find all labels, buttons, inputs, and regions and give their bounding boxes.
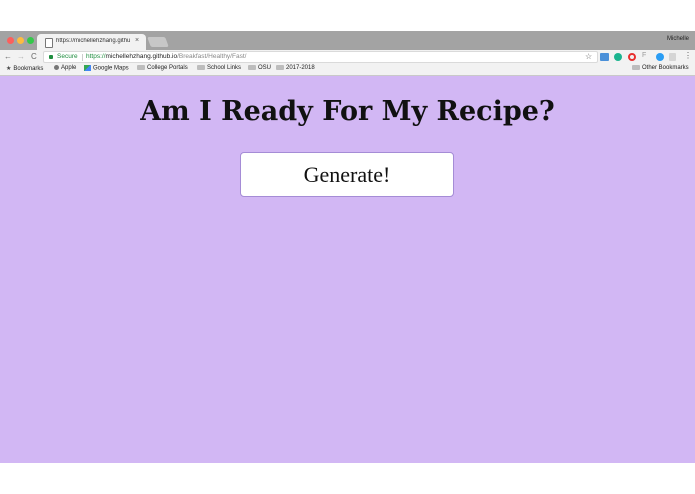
secure-label: Secure	[57, 53, 78, 60]
extension-opera-icon[interactable]	[628, 53, 636, 61]
bookmark-label: Google Maps	[93, 65, 129, 72]
bookmark-label: Apple	[61, 65, 77, 72]
window-maximize-icon[interactable]	[27, 37, 34, 44]
extension-green-icon[interactable]	[614, 53, 622, 61]
folder-icon	[632, 65, 640, 70]
bookmark-label: OSU	[258, 65, 272, 72]
tab-close-icon[interactable]: ×	[135, 37, 139, 44]
page-title: Am I Ready For My Recipe?	[140, 96, 555, 127]
new-tab-button[interactable]	[147, 37, 169, 47]
url-path: /Breakfast/Healthy/Fast/	[177, 53, 247, 60]
folder-icon	[137, 65, 145, 70]
bookmark-star-icon[interactable]: ☆	[585, 52, 592, 61]
extension-grid-icon[interactable]	[669, 53, 676, 61]
bookmark-apple[interactable]: Apple	[54, 65, 76, 71]
lock-icon	[49, 55, 53, 59]
extension-blue-icon[interactable]	[656, 53, 664, 61]
star-icon: ★	[6, 66, 12, 72]
forward-arrow-icon[interactable]: →	[17, 52, 25, 61]
bookmark-college-portals[interactable]: College Portals	[137, 65, 188, 71]
reload-icon[interactable]: C	[31, 52, 37, 61]
menu-kebab-icon[interactable]: ⋮	[684, 51, 692, 60]
extension-font-icon[interactable]: F	[642, 52, 646, 60]
window-close-icon[interactable]	[7, 37, 14, 44]
tab-strip: https://michellehzhang.githu × Michelle	[0, 31, 695, 50]
bookmark-2017-2018[interactable]: 2017-2018	[276, 65, 315, 71]
folder-icon	[248, 65, 256, 70]
browser-toolbar: ← → C Secure https://michellehzhang.gith…	[0, 50, 695, 64]
bookmark-label: Bookmarks	[13, 66, 44, 72]
url-text[interactable]: https://michellehzhang.github.io/Breakfa…	[86, 53, 246, 60]
back-arrow-icon[interactable]: ←	[4, 52, 12, 61]
other-bookmarks[interactable]: Other Bookmarks	[632, 65, 689, 71]
bookmark-label: 2017-2018	[286, 65, 315, 72]
address-separator	[82, 54, 83, 61]
window-minimize-icon[interactable]	[17, 37, 24, 44]
generate-button[interactable]: Generate!	[240, 152, 454, 197]
profile-name[interactable]: Michelle	[667, 36, 689, 42]
extension-docs-icon[interactable]	[600, 53, 609, 61]
bookmark-label: School Links	[207, 65, 242, 72]
bookmark-google-maps[interactable]: Google Maps	[84, 65, 129, 72]
address-bar[interactable]: Secure https://michellehzhang.github.io/…	[43, 51, 598, 63]
bookmark-school-links[interactable]: School Links	[197, 65, 241, 71]
browser-tab[interactable]: https://michellehzhang.githu ×	[37, 34, 146, 50]
other-bookmarks-label: Other Bookmarks	[642, 65, 689, 72]
url-scheme: https://	[86, 53, 106, 60]
bookmarks-bar: ★ Bookmarks Apple Google Maps College Por…	[0, 64, 695, 76]
folder-icon	[197, 65, 205, 70]
bookmark-label: College Portals	[147, 65, 188, 72]
url-host: michellehzhang.github.io	[105, 53, 178, 60]
tab-title: https://michellehzhang.githu	[56, 38, 131, 44]
bookmark-osu[interactable]: OSU	[248, 65, 271, 71]
page-content: Am I Ready For My Recipe? Generate!	[0, 76, 695, 463]
maps-icon	[84, 65, 91, 71]
apple-icon	[54, 65, 59, 70]
page-icon	[45, 38, 53, 48]
bookmarks-item[interactable]: ★ Bookmarks	[6, 65, 43, 72]
folder-icon	[276, 65, 284, 70]
browser-window: https://michellehzhang.githu × Michelle …	[0, 31, 695, 463]
